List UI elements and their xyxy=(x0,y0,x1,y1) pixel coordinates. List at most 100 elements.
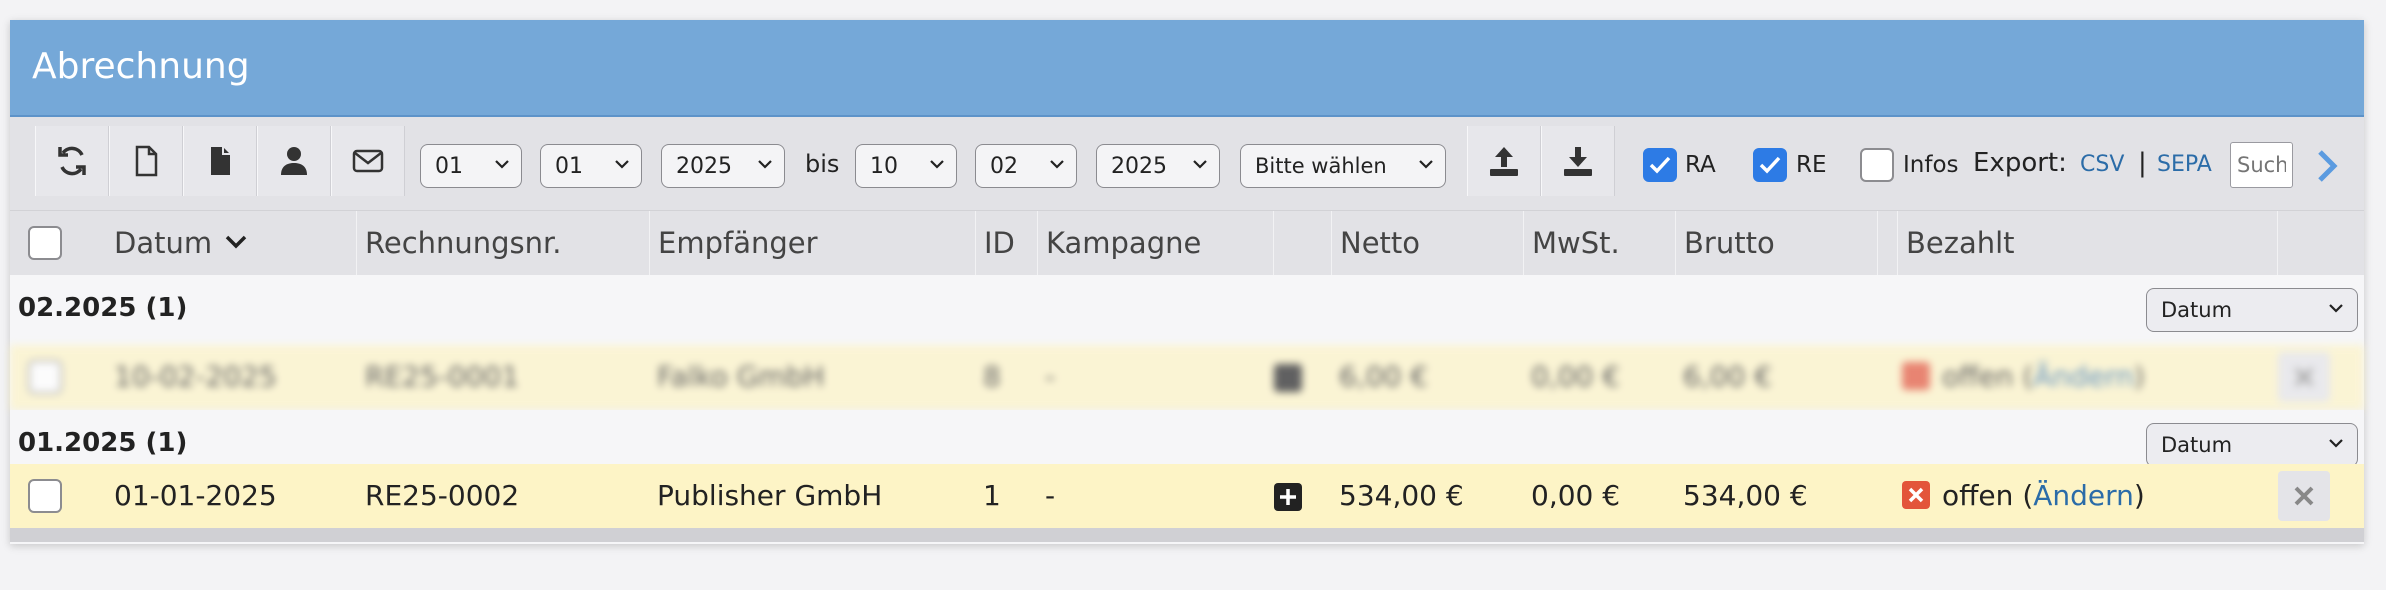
group-label: 02.2025 (1) xyxy=(18,293,188,323)
column-datum[interactable]: Datum xyxy=(70,211,320,275)
cell-rechnungsnr-link[interactable]: RE25-0001 xyxy=(365,345,519,409)
cell-kampagne: - xyxy=(1045,360,1056,393)
table-header: Datum Rechnungsnr. Empfänger ID Kampagne… xyxy=(10,211,2364,275)
cell-netto: 6,00 € xyxy=(1339,360,1429,393)
close-icon xyxy=(2294,367,2314,387)
export-sepa-link[interactable]: SEPA xyxy=(2157,152,2212,177)
to-month-select[interactable]: 02 xyxy=(975,144,1077,188)
cell-kampagne: - xyxy=(1045,479,1056,512)
table-row[interactable]: 01-01-2025 RE25-0002 Publisher GmbH 1 - … xyxy=(10,464,2364,529)
column-mwst[interactable]: MwSt. xyxy=(1523,211,1675,275)
from-month-value: 01 xyxy=(555,154,583,179)
column-bezahlt[interactable]: Bezahlt xyxy=(1897,211,2277,275)
document-button[interactable] xyxy=(183,126,257,196)
infos-checkbox[interactable] xyxy=(1860,148,1894,182)
column-datum-label: Datum xyxy=(114,226,213,260)
change-status-link[interactable]: Ändern xyxy=(2033,360,2134,393)
expand-plus-icon[interactable] xyxy=(1274,483,1302,511)
close-icon xyxy=(2294,486,2314,506)
column-kampagne-label: Kampagne xyxy=(1046,226,1202,260)
close-paren: ) xyxy=(2133,479,2145,512)
chevron-right-icon[interactable] xyxy=(2316,149,2338,183)
export-csv-link[interactable]: CSV xyxy=(2080,152,2124,177)
cell-rechnungsnr-link[interactable]: RE25-0002 xyxy=(365,464,519,528)
chevron-down-icon xyxy=(1050,160,1064,169)
new-document-button[interactable] xyxy=(109,126,183,196)
title-bar: Abrechnung xyxy=(10,20,2364,117)
group-label: 01.2025 (1) xyxy=(18,428,188,458)
to-day-value: 10 xyxy=(870,154,898,179)
to-month-value: 02 xyxy=(990,154,1018,179)
column-netto[interactable]: Netto xyxy=(1331,211,1523,275)
chevron-down-icon xyxy=(1419,160,1433,169)
re-checkbox[interactable] xyxy=(1753,148,1787,182)
group-sort-value: Datum xyxy=(2161,298,2233,322)
upload-button[interactable] xyxy=(1467,126,1541,196)
chevron-down-icon xyxy=(2329,439,2343,448)
plus-icon xyxy=(1280,489,1296,505)
from-year-value: 2025 xyxy=(676,154,732,179)
search-input[interactable] xyxy=(2230,142,2293,188)
cell-datum: 10-02-2025 xyxy=(114,360,277,393)
mail-icon xyxy=(352,149,384,173)
cell-brutto: 534,00 € xyxy=(1683,479,1808,512)
unpaid-status-icon xyxy=(1902,362,1930,390)
cell-mwst: 0,00 € xyxy=(1531,360,1621,393)
from-year-select[interactable]: 2025 xyxy=(661,144,785,188)
column-id[interactable]: ID xyxy=(975,211,1037,275)
column-extra xyxy=(1273,211,1331,275)
row-checkbox[interactable] xyxy=(28,360,62,394)
column-brutto-label: Brutto xyxy=(1684,226,1775,260)
change-status-link[interactable]: Ändern xyxy=(2033,479,2134,512)
mail-button[interactable] xyxy=(331,126,405,196)
group-header: 02.2025 (1) Datum xyxy=(10,275,2364,345)
column-brutto[interactable]: Brutto xyxy=(1675,211,1877,275)
cell-bezahlt: offen (Ändern) xyxy=(1942,464,2145,528)
user-button[interactable] xyxy=(257,126,331,196)
ra-checkbox[interactable] xyxy=(1643,148,1677,182)
table-row[interactable]: 10-02-2025 RE25-0001 Falko GmbH 8 - 6,00… xyxy=(10,345,2364,410)
chevron-down-icon xyxy=(2329,304,2343,313)
chevron-down-icon xyxy=(615,160,629,169)
delete-row-button[interactable] xyxy=(2278,352,2330,402)
group-sort-value: Datum xyxy=(2161,433,2233,457)
from-day-select[interactable]: 01 xyxy=(420,144,522,188)
group-sort-select[interactable]: Datum xyxy=(2146,423,2358,467)
close-paren: ) xyxy=(2133,360,2145,393)
column-bezahlt-label: Bezahlt xyxy=(1906,226,2015,260)
status-text: offen xyxy=(1942,360,2014,393)
group-sort-select[interactable]: Datum xyxy=(2146,288,2358,332)
cell-empfaenger-link[interactable]: Falko GmbH xyxy=(657,345,825,409)
delete-row-button[interactable] xyxy=(2278,471,2330,521)
to-year-select[interactable]: 2025 xyxy=(1096,144,1220,188)
column-id-label: ID xyxy=(984,226,1015,260)
cell-id: 1 xyxy=(983,479,1001,512)
re-label: RE xyxy=(1796,152,1827,178)
cell-datum: 01-01-2025 xyxy=(114,479,277,512)
from-month-select[interactable]: 01 xyxy=(540,144,642,188)
to-day-select[interactable]: 10 xyxy=(855,144,957,188)
column-rechnungsnr[interactable]: Rechnungsnr. xyxy=(356,211,649,275)
column-mwst-label: MwSt. xyxy=(1532,226,1620,260)
column-netto-label: Netto xyxy=(1340,226,1421,260)
to-year-value: 2025 xyxy=(1111,154,1167,179)
status-text: offen xyxy=(1942,479,2014,512)
column-kampagne[interactable]: Kampagne xyxy=(1037,211,1273,275)
chevron-down-icon xyxy=(495,160,509,169)
choose-select[interactable]: Bitte wählen xyxy=(1240,144,1446,188)
new-document-icon xyxy=(135,145,158,177)
range-separator: bis xyxy=(805,150,840,178)
horizontal-scrollbar[interactable] xyxy=(10,528,2364,542)
cell-empfaenger-link[interactable]: Publisher GmbH xyxy=(657,464,882,528)
column-empfaenger[interactable]: Empfänger xyxy=(649,211,975,275)
refresh-button[interactable] xyxy=(35,126,109,196)
check-icon xyxy=(1649,156,1671,174)
cell-id: 8 xyxy=(983,360,1001,393)
row-checkbox[interactable] xyxy=(28,479,62,513)
expand-plus-icon[interactable] xyxy=(1274,364,1302,392)
select-all-checkbox[interactable] xyxy=(28,226,62,260)
chevron-down-icon xyxy=(930,160,944,169)
download-button[interactable] xyxy=(1541,126,1615,196)
cell-brutto: 6,00 € xyxy=(1683,360,1773,393)
document-icon xyxy=(211,147,230,175)
